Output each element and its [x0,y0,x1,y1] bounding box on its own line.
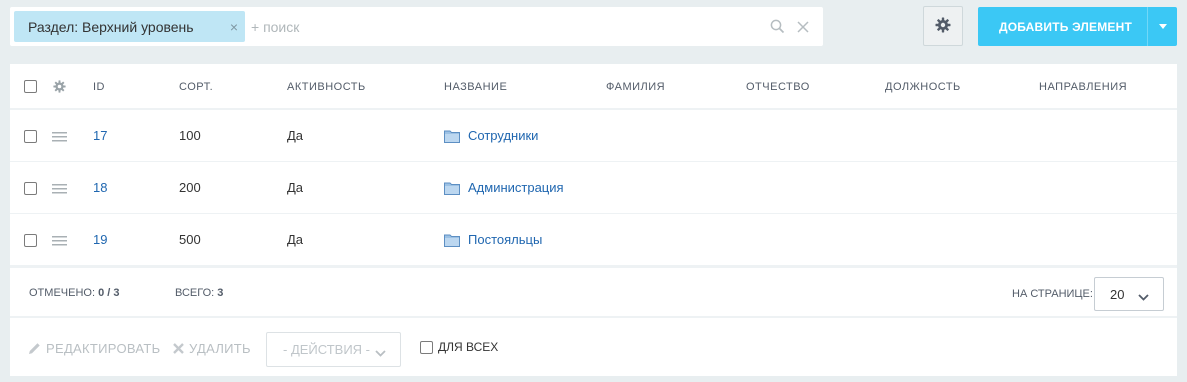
selected-counter-value: 0 / 3 [98,287,120,299]
search-icon[interactable] [767,17,787,37]
chip-remove-icon[interactable]: × [223,19,245,35]
row-name-link[interactable]: Сотрудники [444,128,538,143]
drag-handle-icon[interactable] [52,182,67,197]
row-name-link[interactable]: Постояльцы [444,232,542,247]
for-all-checkbox[interactable] [420,340,433,354]
row-id-link[interactable]: 18 [93,180,107,195]
grid-header: ID СОРТ. АКТИВНОСТЬ НАЗВАНИЕ ФАМИЛИЯ ОТЧ… [10,64,1177,110]
row-sort: 100 [179,128,201,143]
add-element-button[interactable]: ДОБАВИТЬ ЭЛЕМЕНТ [978,7,1177,46]
chevron-down-icon [375,345,386,360]
row-checkbox[interactable] [24,234,37,247]
selected-counter-label: ОТМЕЧЕНО: [29,287,95,299]
row-sort: 200 [179,180,201,195]
row-name-label: Постояльцы [468,232,543,247]
for-all-toggle[interactable]: ДЛЯ ВСЕХ [420,340,498,354]
row-id-link[interactable]: 19 [93,232,107,247]
row-active: Да [287,128,304,143]
action-panel: РЕДАКТИРОВАТЬ УДАЛИТЬ - ДЕЙСТВИЯ - ДЛЯ В… [10,318,1177,378]
per-page-value: 20 [1110,286,1125,302]
search-input[interactable] [251,11,767,42]
settings-button[interactable] [923,6,963,46]
for-all-label: ДЛЯ ВСЕХ [438,340,499,354]
column-settings-gear-icon[interactable] [53,80,66,96]
row-sort: 500 [179,232,201,247]
add-menu-chevron-icon[interactable] [1148,7,1177,46]
grid-footer: ОТМЕЧЕНО: 0 / 3 ВСЕГО: 3 НА СТРАНИЦЕ: 20 [10,268,1177,318]
column-header-lastname[interactable]: ФАМИЛИЯ [606,81,665,93]
data-grid: ID СОРТ. АКТИВНОСТЬ НАЗВАНИЕ ФАМИЛИЯ ОТЧ… [10,64,1177,376]
chevron-down-icon [1138,289,1149,304]
add-element-label: ДОБАВИТЬ ЭЛЕМЕНТ [999,19,1132,34]
row-checkbox[interactable] [24,130,37,143]
filter-search-bar[interactable]: Раздел: Верхний уровень × [10,7,823,46]
column-header-id[interactable]: ID [93,81,105,93]
per-page-label: НА СТРАНИЦЕ: [1012,288,1093,300]
row-name-label: Сотрудники [468,128,539,143]
close-icon [173,343,184,354]
delete-button[interactable]: УДАЛИТЬ [173,341,251,356]
column-header-name[interactable]: НАЗВАНИЕ [444,81,507,93]
gear-icon [935,17,951,36]
row-id-link[interactable]: 17 [93,128,107,143]
selected-counter: ОТМЕЧЕНО: 0 / 3 [29,287,119,299]
row-name-label: Администрация [468,180,564,195]
row-name-link[interactable]: Администрация [444,180,564,195]
row-active: Да [287,180,304,195]
edit-button[interactable]: РЕДАКТИРОВАТЬ [28,341,160,356]
per-page-select[interactable]: 20 [1094,277,1164,311]
folder-icon [444,234,460,247]
table-row[interactable]: 18 200 Да Администрация [10,162,1177,214]
column-header-sort[interactable]: СОРТ. [179,81,213,93]
select-all-checkbox[interactable] [24,80,37,93]
actions-select[interactable]: - ДЕЙСТВИЯ - [266,332,401,367]
total-counter-label: ВСЕГО: [175,287,215,299]
drag-handle-icon[interactable] [52,234,67,249]
clear-icon[interactable] [793,17,813,37]
total-counter-value: 3 [217,287,224,299]
row-active: Да [287,232,304,247]
column-header-active[interactable]: АКТИВНОСТЬ [287,81,366,93]
total-counter: ВСЕГО: 3 [175,287,223,299]
filter-chip-label: Раздел: Верхний уровень [28,18,194,35]
column-header-patronymic[interactable]: ОТЧЕСТВО [746,81,810,93]
column-header-position[interactable]: ДОЛЖНОСТЬ [885,81,961,93]
table-row[interactable]: 17 100 Да Сотрудники [10,110,1177,162]
filter-chip[interactable]: Раздел: Верхний уровень × [14,11,245,42]
delete-button-label: УДАЛИТЬ [189,341,251,356]
folder-icon [444,130,460,143]
row-checkbox[interactable] [24,182,37,195]
column-header-directions[interactable]: НАПРАВЛЕНИЯ [1039,81,1127,93]
actions-select-label: - ДЕЙСТВИЯ - [283,342,371,357]
edit-button-label: РЕДАКТИРОВАТЬ [46,341,161,356]
pencil-icon [29,343,40,354]
folder-icon [444,182,460,195]
table-row[interactable]: 19 500 Да Постояльцы [10,214,1177,268]
drag-handle-icon[interactable] [52,130,67,145]
